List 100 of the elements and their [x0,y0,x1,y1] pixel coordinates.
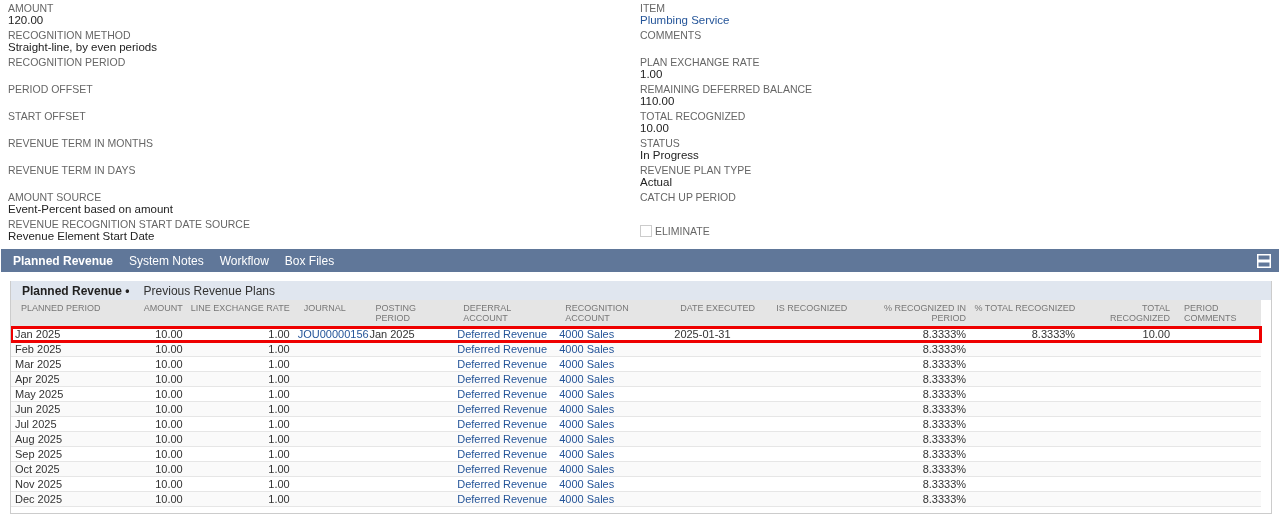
table-cell: 10.00 [155,463,183,475]
field-value: 10.00 [640,122,670,135]
table-cell: Apr 2025 [15,373,60,385]
table-cell: 8.3333% [922,373,967,385]
table-cell: Jun 2025 [15,403,61,415]
table-cell: 8.3333% [922,448,967,460]
field-label: AMOUNT SOURCE [8,191,103,203]
column-header: DEFERRAL ACCOUNT [453,300,556,327]
field-label: PLAN EXCHANGE RATE [640,56,761,68]
table-cell: 10.00 [155,328,183,340]
field-label: REMAINING DEFERRED BALANCE [640,83,814,95]
table-cell: 10.00 [155,343,183,355]
table-cell: 2025-01-31 [674,328,731,340]
column-header: LINE EXCHANGE RATE [186,300,294,327]
table-cell: Dec 2025 [15,493,63,505]
table-cell: 1.00 [268,433,290,445]
table-cell: 1.00 [268,343,290,355]
field-label: STATUS [640,137,681,149]
table-cell: Feb 2025 [15,343,62,355]
subtab[interactable]: Planned Revenue • [15,283,137,298]
field-value: In Progress [640,149,700,162]
column-header: AMOUNT [104,300,187,327]
tab[interactable]: Planned Revenue [5,253,122,268]
table-link[interactable]: Deferred Revenue [457,358,548,370]
column-header: POSTING PERIOD [365,300,454,327]
checkbox-label: ELIMINATE [655,225,710,237]
table-cell: 1.00 [268,403,290,415]
table-cell: 10.00 [155,403,183,415]
tab[interactable]: Box Files [276,253,343,268]
field-label: REVENUE RECOGNITION START DATE SOURCE [8,218,251,230]
table-cell: 1.00 [268,388,290,400]
field-label: AMOUNT [8,2,55,14]
table-link[interactable]: Deferred Revenue [457,388,548,400]
menu-icon[interactable] [1257,253,1271,268]
table-cell: 10.00 [155,388,183,400]
eliminate-checkbox[interactable] [640,225,652,237]
field-value: Event-Percent based on amount [8,203,174,216]
table-link[interactable]: JOU00000156 [297,328,369,340]
table-cell: 1.00 [268,478,290,490]
field-label: PERIOD OFFSET [8,83,94,95]
table-link[interactable]: 4000 Sales [559,328,615,340]
item-link[interactable]: Plumbing Service [640,14,1272,27]
column-header: JOURNAL [293,300,366,327]
table-link[interactable]: 4000 Sales [559,388,615,400]
table-cell: 8.3333% [922,493,967,505]
table-cell: 8.3333% [922,418,967,430]
table-cell: 8.3333% [922,388,967,400]
table-link[interactable]: 4000 Sales [559,448,615,460]
table-cell: 1.00 [268,463,290,475]
table-cell: 8.3333% [922,328,967,340]
table-cell: Jul 2025 [15,418,57,430]
table-cell: 8.3333% [922,403,967,415]
field-label: RECOGNITION METHOD [8,29,132,41]
table-cell: Oct 2025 [15,463,60,475]
column-header: % TOTAL RECOGNIZED [970,300,1080,327]
field-value: 110.00 [640,95,676,108]
subtab[interactable]: Previous Revenue Plans [136,283,282,298]
table-cell: Mar 2025 [15,358,62,370]
tab[interactable]: Workflow [211,253,277,268]
field-value: Straight-line, by even periods [8,41,158,54]
table-link[interactable]: Deferred Revenue [457,448,548,460]
table-cell: 10.00 [155,373,183,385]
table-cell: 10.00 [155,418,183,430]
table-cell: 1.00 [268,328,290,340]
field-label: RECOGNITION PERIOD [8,56,127,68]
table-cell: 1.00 [268,448,290,460]
table-cell: 8.3333% [922,358,967,370]
table-link[interactable]: 4000 Sales [559,358,615,370]
table-cell: Jan 2025 [15,328,61,340]
table-link[interactable]: Deferred Revenue [457,418,548,430]
table-cell: 10.00 [155,448,183,460]
field-label: ITEM [640,2,667,14]
table-cell: 8.3333% [922,343,967,355]
column-header: DATE EXECUTED [670,300,767,327]
table-link[interactable]: 4000 Sales [559,478,615,490]
table-cell: 10.00 [155,493,183,505]
column-header: PERIOD COMMENTS [1174,300,1261,327]
field-label: TOTAL RECOGNIZED [640,110,747,122]
column-header: TOTAL RECOGNIZED [1079,300,1175,327]
column-header: PLANNED PERIOD [11,300,105,327]
field-label: REVENUE TERM IN DAYS [8,164,137,176]
tab[interactable]: System Notes [121,253,212,268]
field-value: 120.00 [8,14,45,27]
field-label: START OFFSET [8,110,87,122]
column-header: RECOGNITION ACCOUNT [555,300,671,327]
table-cell: 8.3333% [922,463,967,475]
table-link[interactable]: Deferred Revenue [457,478,548,490]
table-cell: Sep 2025 [15,448,63,460]
column-header: % RECOGNIZED IN PERIOD [877,300,971,327]
table-cell: 10.00 [155,478,183,490]
field-value: 1.00 [640,68,664,81]
table-cell: 10.00 [155,358,183,370]
field-label: CATCH UP PERIOD [640,191,737,203]
field-label: COMMENTS [640,29,703,41]
table-cell: May 2025 [15,388,64,400]
table-link[interactable]: Deferred Revenue [457,328,548,340]
field-value: Actual [640,176,673,189]
table-link[interactable]: 4000 Sales [559,418,615,430]
field-label: REVENUE PLAN TYPE [640,164,753,176]
table-cell: 8.3333% [922,478,967,490]
